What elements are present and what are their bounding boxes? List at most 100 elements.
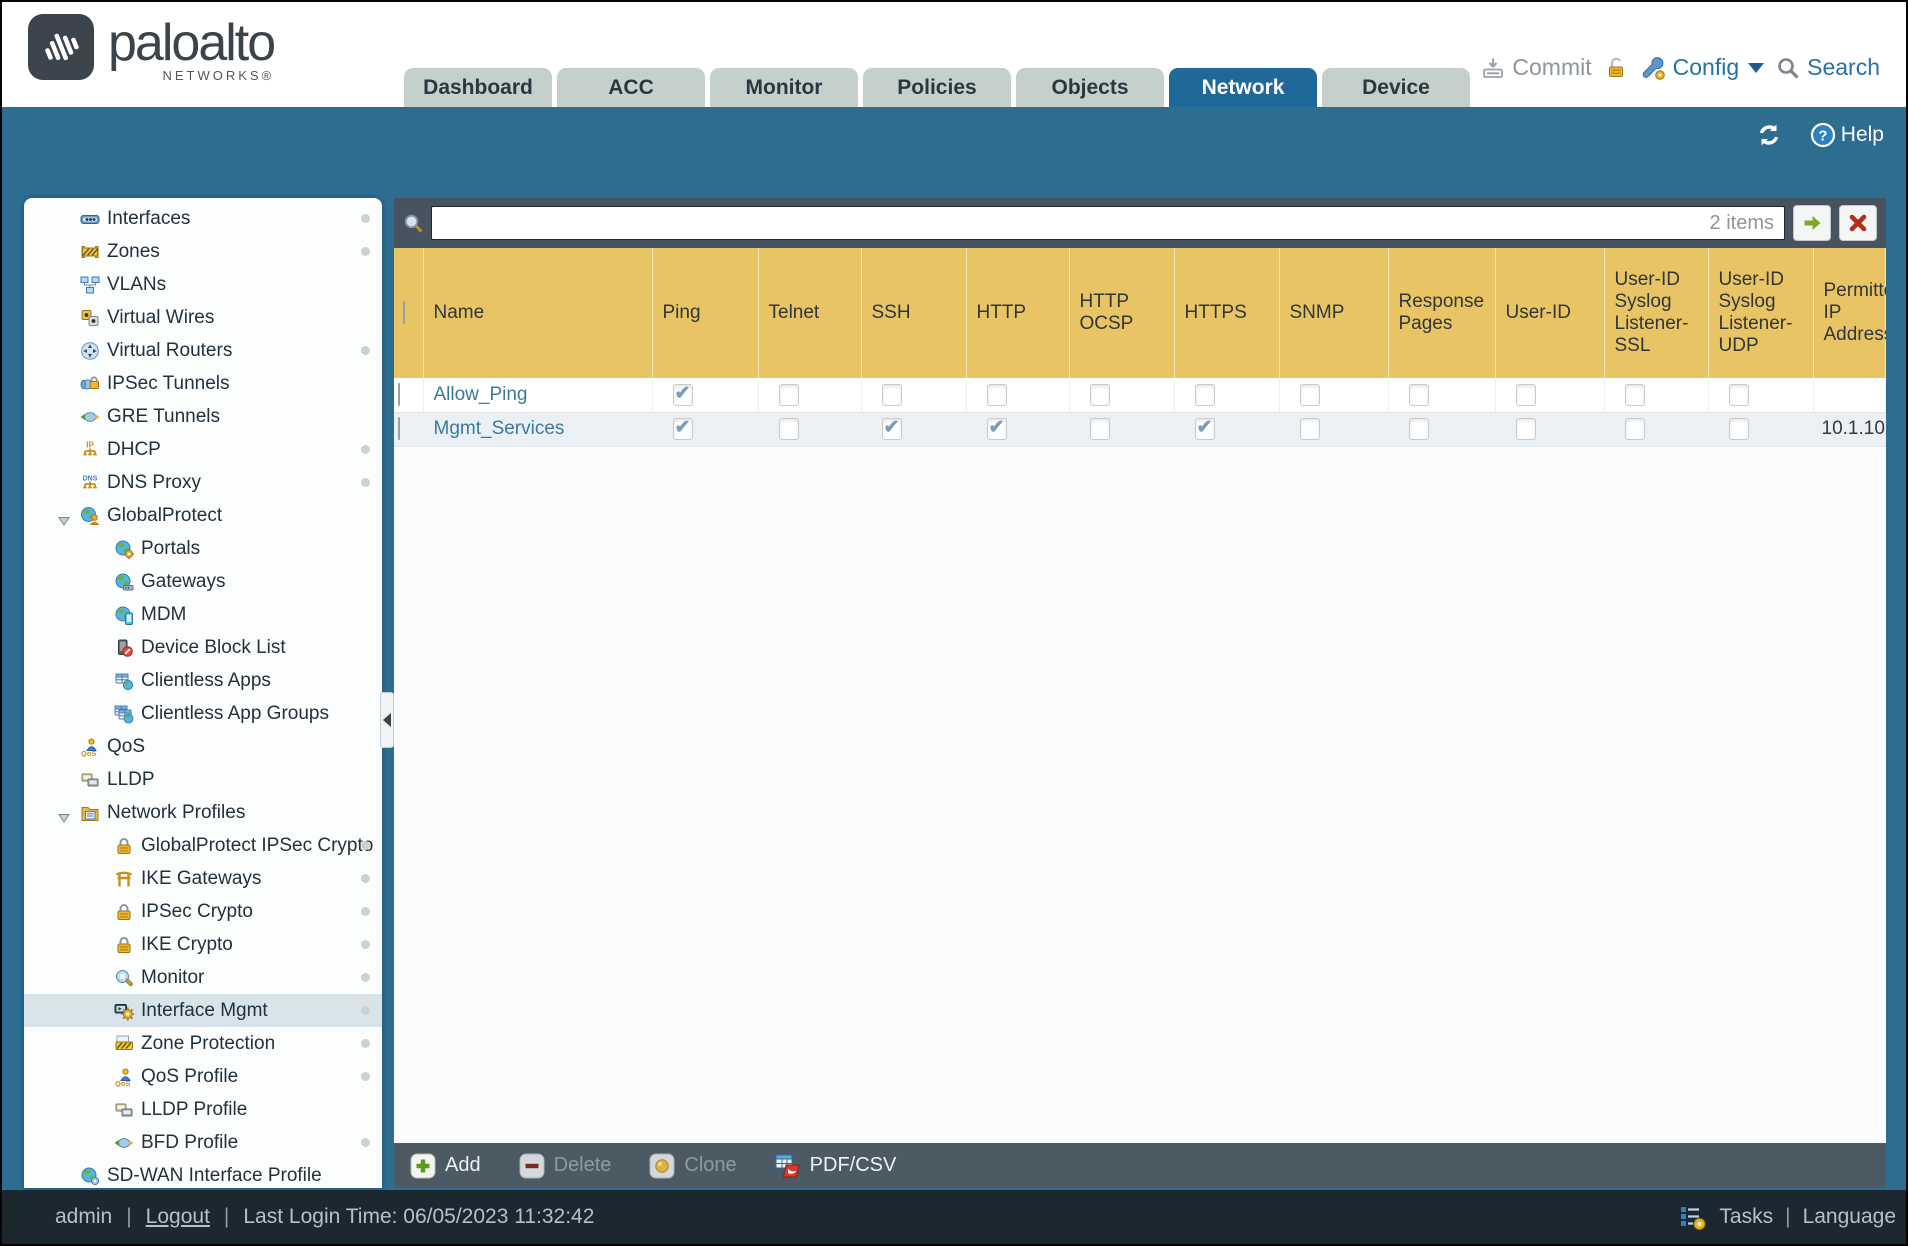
- service-checkbox[interactable]: [881, 383, 902, 406]
- sidebar-collapse-handle[interactable]: [380, 692, 394, 748]
- tasks-button[interactable]: Tasks: [1719, 1205, 1773, 1229]
- row-select-checkbox[interactable]: [398, 417, 400, 440]
- tab-dashboard[interactable]: Dashboard: [404, 68, 552, 107]
- apply-filter-button[interactable]: [1793, 205, 1831, 241]
- sidebar-item-ike-gateways[interactable]: IKE Gateways: [24, 862, 382, 895]
- sidebar-item-virtual-wires[interactable]: Virtual Wires: [24, 301, 382, 334]
- column-header-user-id-syslog-listener-udp[interactable]: User-ID Syslog Listener-UDP: [1708, 248, 1814, 378]
- tab-objects[interactable]: Objects: [1016, 68, 1164, 107]
- service-checkbox[interactable]: [1624, 383, 1645, 406]
- sidebar-item-clientless-app-groups[interactable]: Clientless App Groups: [24, 697, 382, 730]
- service-checkbox[interactable]: [1515, 383, 1536, 406]
- sidebar-item-interface-mgmt[interactable]: Interface Mgmt: [24, 994, 382, 1027]
- sidebar-item-network-profiles[interactable]: Network Profiles: [24, 796, 382, 829]
- column-header-telnet[interactable]: Telnet: [758, 248, 862, 378]
- sidebar-item-clientless-apps[interactable]: Clientless Apps: [24, 664, 382, 697]
- clear-filter-button[interactable]: [1839, 205, 1877, 241]
- profile-name-link[interactable]: Mgmt_Services: [424, 418, 565, 439]
- service-checkbox[interactable]: [1728, 383, 1749, 406]
- sidebar-item-dns-proxy[interactable]: DNS DNS Proxy: [24, 466, 382, 499]
- service-checkbox[interactable]: [986, 383, 1007, 406]
- sidebar-item-vlans[interactable]: VLANs: [24, 268, 382, 301]
- sidebar-item-ike-crypto[interactable]: IKE Crypto: [24, 928, 382, 961]
- global-search-button[interactable]: Search: [1776, 54, 1880, 81]
- expander-triangle-icon[interactable]: [58, 510, 70, 526]
- sidebar-item-zone-protection[interactable]: Zone Protection: [24, 1027, 382, 1060]
- column-header-permitted-ip-address[interactable]: Permitted IP Address...: [1813, 248, 1886, 378]
- row-select-checkbox[interactable]: [398, 382, 400, 406]
- service-checkbox[interactable]: [1089, 383, 1110, 406]
- pdf-csv-button[interactable]: PDF/CSV: [775, 1153, 896, 1179]
- service-checkbox[interactable]: [1194, 418, 1215, 440]
- lock-button[interactable]: [1604, 56, 1628, 80]
- service-checkbox[interactable]: [1728, 418, 1749, 440]
- tasks-icon[interactable]: [1679, 1204, 1707, 1230]
- sidebar-item-device-block-list[interactable]: Device Block List: [24, 631, 382, 664]
- sidebar-item-interfaces[interactable]: Interfaces: [24, 202, 382, 235]
- sidebar-item-globalprotect-ipsec-crypto[interactable]: GlobalProtect IPSec Crypto: [24, 829, 382, 862]
- column-header-snmp[interactable]: SNMP: [1279, 248, 1389, 378]
- column-header-http[interactable]: HTTP: [966, 248, 1070, 378]
- lock-open-icon: [1604, 56, 1628, 80]
- service-checkbox[interactable]: [1515, 418, 1536, 440]
- sidebar-item-globalprotect[interactable]: GlobalProtect: [24, 499, 382, 532]
- column-header-response-pages[interactable]: Response Pages: [1388, 248, 1496, 378]
- service-checkbox[interactable]: [1408, 418, 1429, 440]
- service-checkbox[interactable]: [778, 383, 799, 406]
- column-header-name[interactable]: Name: [423, 248, 653, 378]
- sidebar-item-label: IPSec Crypto: [141, 900, 253, 922]
- sidebar-item-ipsec-tunnels[interactable]: IPSec Tunnels: [24, 367, 382, 400]
- sidebar-item-ipsec-crypto[interactable]: IPSec Crypto: [24, 895, 382, 928]
- tab-device[interactable]: Device: [1322, 68, 1470, 107]
- sidebar-item-gateways[interactable]: Gateways: [24, 565, 382, 598]
- sidebar-item-monitor[interactable]: Monitor: [24, 961, 382, 994]
- service-checkbox[interactable]: [672, 418, 693, 440]
- tab-network[interactable]: Network: [1169, 68, 1317, 107]
- sidebar-item-gre-tunnels[interactable]: GRE Tunnels: [24, 400, 382, 433]
- filter-input[interactable]: [432, 207, 1710, 239]
- profile-name-link[interactable]: Allow_Ping: [424, 384, 528, 405]
- sidebar-item-dhcp[interactable]: IP DHCP: [24, 433, 382, 466]
- tab-acc[interactable]: ACC: [557, 68, 705, 107]
- tab-policies[interactable]: Policies: [863, 68, 1011, 107]
- add-button[interactable]: Add: [410, 1153, 481, 1179]
- sidebar-item-lldp[interactable]: LLDP: [24, 763, 382, 796]
- column-header-user-id[interactable]: User-ID: [1495, 248, 1605, 378]
- service-checkbox[interactable]: [1089, 418, 1110, 440]
- service-checkbox[interactable]: [778, 418, 799, 440]
- service-checkbox[interactable]: [1408, 383, 1429, 406]
- service-checkbox[interactable]: [881, 418, 902, 440]
- service-checkbox[interactable]: [1624, 418, 1645, 440]
- sidebar-item-sd-wan-interface-profile[interactable]: SD-WAN Interface Profile: [24, 1159, 382, 1188]
- config-menu-button[interactable]: Config: [1640, 54, 1765, 81]
- sidebar-item-zones[interactable]: Zones: [24, 235, 382, 268]
- add-icon: [410, 1153, 436, 1179]
- brand-name: paloalto: [108, 14, 276, 72]
- column-header-user-id-syslog-listener-ssl[interactable]: User-ID Syslog Listener-SSL: [1604, 248, 1709, 378]
- service-checkbox[interactable]: [1299, 418, 1320, 440]
- service-checkbox[interactable]: [986, 418, 1007, 440]
- language-button[interactable]: Language: [1803, 1205, 1896, 1229]
- service-checkbox[interactable]: [1194, 383, 1215, 406]
- expander-triangle-icon[interactable]: [58, 807, 70, 823]
- commit-button[interactable]: Commit: [1481, 54, 1592, 81]
- sidebar-item-bfd-profile[interactable]: BFD Profile: [24, 1126, 382, 1159]
- sidebar-item-qos[interactable]: QoS QoS: [24, 730, 382, 763]
- column-header-ssh[interactable]: SSH: [861, 248, 967, 378]
- status-dot: [361, 346, 370, 355]
- help-button[interactable]: ? Help: [1810, 122, 1884, 148]
- tab-monitor[interactable]: Monitor: [710, 68, 858, 107]
- service-checkbox[interactable]: [1299, 383, 1320, 406]
- refresh-icon[interactable]: [1754, 120, 1784, 150]
- column-header-https[interactable]: HTTPS: [1174, 248, 1280, 378]
- column-header-http-ocsp[interactable]: HTTP OCSP: [1069, 248, 1175, 378]
- select-all-checkbox[interactable]: [403, 301, 405, 324]
- sidebar-item-portals[interactable]: Portals: [24, 532, 382, 565]
- sidebar-item-mdm[interactable]: MDM: [24, 598, 382, 631]
- logout-link[interactable]: Logout: [146, 1205, 210, 1229]
- column-header-ping[interactable]: Ping: [652, 248, 759, 378]
- sidebar-item-qos-profile[interactable]: QoS QoS Profile: [24, 1060, 382, 1093]
- sidebar-item-virtual-routers[interactable]: Virtual Routers: [24, 334, 382, 367]
- sidebar-item-lldp-profile[interactable]: LLDP Profile: [24, 1093, 382, 1126]
- service-checkbox[interactable]: [672, 383, 693, 406]
